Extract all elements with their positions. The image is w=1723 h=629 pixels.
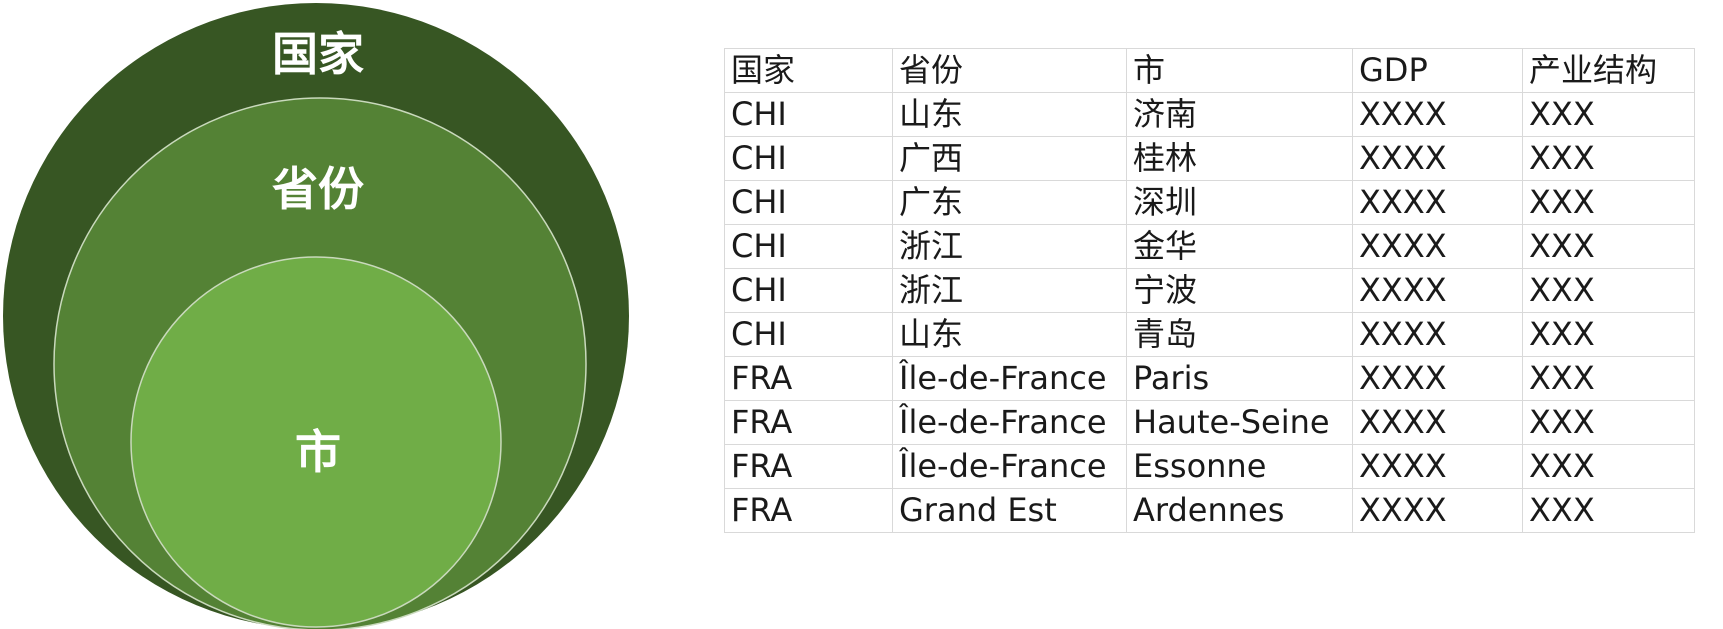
table-cell-province: Île-de-France: [892, 400, 1127, 445]
table-cell-city: Paris: [1126, 356, 1353, 401]
table-row: FRA Île-de-France Essonne XXXX XXX: [724, 444, 1695, 489]
table-cell-country: CHI: [724, 92, 893, 137]
table-cell-province: 广东: [892, 180, 1127, 225]
table-cell-country: FRA: [724, 444, 893, 489]
table-row: CHI 浙江 宁波 XXXX XXX: [724, 268, 1695, 313]
table-header-row: 国家 省份 市 GDP 产业结构: [724, 48, 1695, 93]
header-cell-city: 市: [1126, 48, 1353, 93]
table-cell-country: CHI: [724, 268, 893, 313]
table-cell-gdp: XXXX: [1352, 136, 1523, 181]
table-cell-industry: XXX: [1522, 488, 1695, 533]
table-cell-city: Haute-Seine: [1126, 400, 1353, 445]
table-cell-country: FRA: [724, 488, 893, 533]
table-cell-province: 广西: [892, 136, 1127, 181]
table-cell-gdp: XXXX: [1352, 356, 1523, 401]
table-row: FRA Grand Est Ardennes XXXX XXX: [724, 488, 1695, 533]
table-cell-gdp: XXXX: [1352, 180, 1523, 225]
table-cell-industry: XXX: [1522, 136, 1695, 181]
table-cell-gdp: XXXX: [1352, 488, 1523, 533]
table-cell-industry: XXX: [1522, 180, 1695, 225]
table-row: CHI 山东 济南 XXXX XXX: [724, 92, 1695, 137]
table-cell-industry: XXX: [1522, 444, 1695, 489]
table-cell-city: 青岛: [1126, 312, 1353, 357]
table-cell-industry: XXX: [1522, 92, 1695, 137]
table-cell-province: 浙江: [892, 268, 1127, 313]
header-cell-province: 省份: [892, 48, 1127, 93]
table-cell-city: 宁波: [1126, 268, 1353, 313]
table-cell-city: 桂林: [1126, 136, 1353, 181]
table-cell-gdp: XXXX: [1352, 92, 1523, 137]
table-row: CHI 广西 桂林 XXXX XXX: [724, 136, 1695, 181]
table-cell-industry: XXX: [1522, 400, 1695, 445]
table-cell-country: FRA: [724, 400, 893, 445]
data-table: 国家 省份 市 GDP 产业结构 CHI 山东 济南 XXXX XXX CHI 广西 桂林 XX…: [724, 48, 1695, 533]
table-cell-province: Grand Est: [892, 488, 1127, 533]
table-cell-province: Île-de-France: [892, 356, 1127, 401]
table-cell-country: CHI: [724, 180, 893, 225]
table-cell-province: 山东: [892, 92, 1127, 137]
table-row: FRA Île-de-France Paris XXXX XXX: [724, 356, 1695, 401]
table-row: FRA Île-de-France Haute-Seine XXXX XXX: [724, 400, 1695, 445]
table-cell-industry: XXX: [1522, 356, 1695, 401]
table-row: CHI 浙江 金华 XXXX XXX: [724, 224, 1695, 269]
table-cell-gdp: XXXX: [1352, 312, 1523, 357]
country-label: 国家: [272, 27, 364, 81]
table-cell-country: CHI: [724, 224, 893, 269]
table-cell-province: 山东: [892, 312, 1127, 357]
table-cell-industry: XXX: [1522, 312, 1695, 357]
table-cell-country: CHI: [724, 136, 893, 181]
table-cell-gdp: XXXX: [1352, 444, 1523, 489]
header-cell-country: 国家: [724, 48, 893, 93]
city-label: 市: [295, 425, 341, 479]
header-cell-industry: 产业结构: [1522, 48, 1695, 93]
table-cell-city: Ardennes: [1126, 488, 1353, 533]
table-row: CHI 山东 青岛 XXXX XXX: [724, 312, 1695, 357]
table-body: 国家 省份 市 GDP 产业结构 CHI 山东 济南 XXXX XXX CHI 广西 桂林 XX…: [724, 48, 1695, 533]
nested-circle-diagram: 国家 省份 市: [3, 3, 629, 629]
table-cell-country: CHI: [724, 312, 893, 357]
table-cell-industry: XXX: [1522, 224, 1695, 269]
table-cell-gdp: XXXX: [1352, 268, 1523, 313]
province-label: 省份: [272, 162, 364, 216]
table-cell-province: 浙江: [892, 224, 1127, 269]
header-cell-gdp: GDP: [1352, 48, 1523, 93]
table-cell-city: 济南: [1126, 92, 1353, 137]
table-cell-gdp: XXXX: [1352, 400, 1523, 445]
table-row: CHI 广东 深圳 XXXX XXX: [724, 180, 1695, 225]
table-cell-city: Essonne: [1126, 444, 1353, 489]
table-cell-gdp: XXXX: [1352, 224, 1523, 269]
table-cell-province: Île-de-France: [892, 444, 1127, 489]
table-cell-industry: XXX: [1522, 268, 1695, 313]
table-cell-country: FRA: [724, 356, 893, 401]
table-cell-city: 深圳: [1126, 180, 1353, 225]
table-cell-city: 金华: [1126, 224, 1353, 269]
